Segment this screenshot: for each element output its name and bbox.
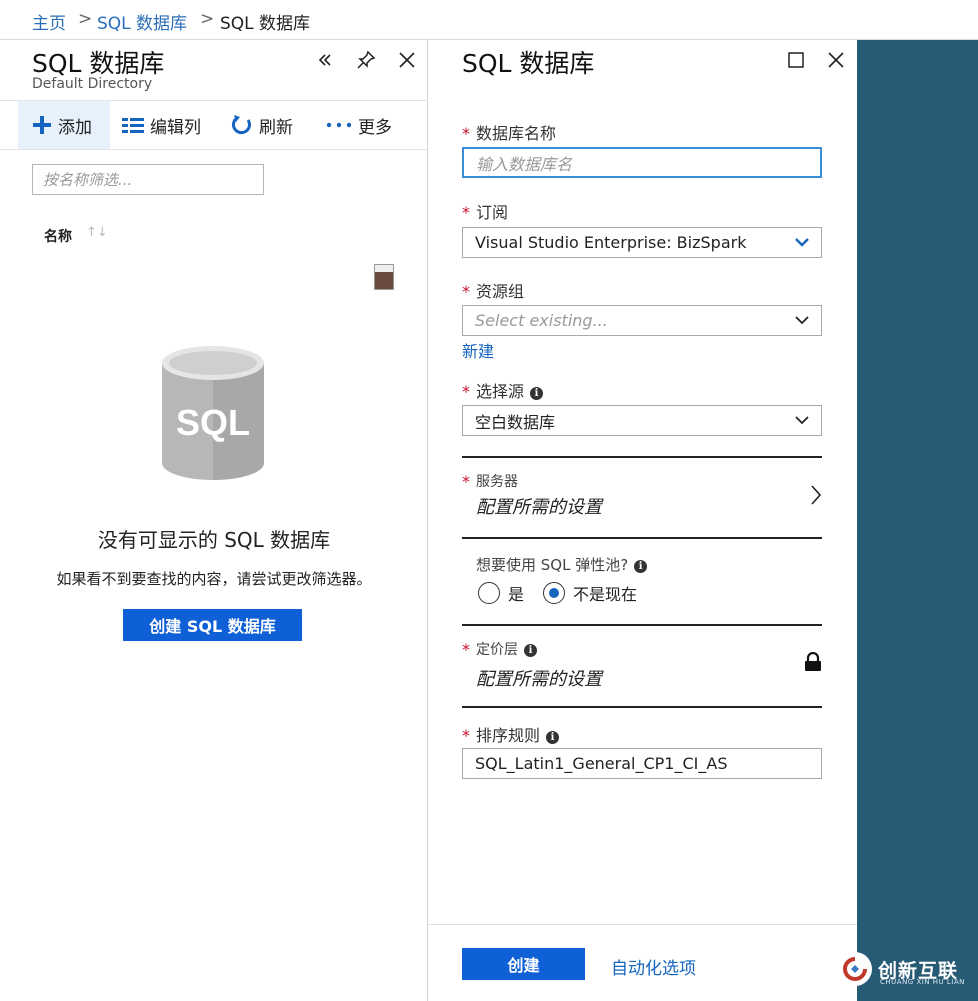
create-button[interactable]: 创建 bbox=[462, 948, 585, 980]
breadcrumb-home-link[interactable]: 主页 bbox=[32, 9, 66, 34]
create-sql-database-blade: SQL 数据库 * 数据库名称 输入数据库名 * 订阅 Visual Studio … bbox=[429, 40, 857, 1001]
subscription-label: * 订阅 bbox=[462, 203, 509, 222]
section-divider bbox=[462, 706, 822, 708]
sort-icon[interactable]: ↑↓ bbox=[86, 225, 108, 240]
sql-databases-list-blade: SQL 数据库 Default Directory 添加 编辑列 刷新 更多 按… bbox=[0, 40, 428, 1001]
close-icon[interactable] bbox=[394, 47, 420, 73]
resource-group-placeholder: Select existing... bbox=[475, 311, 608, 330]
db-name-field[interactable]: 输入数据库名 bbox=[462, 147, 822, 178]
radio-checked-icon bbox=[543, 582, 565, 604]
breadcrumb-separator: > bbox=[78, 9, 93, 29]
empty-state-title: 没有可显示的 SQL 数据库 bbox=[97, 528, 331, 552]
collation-value: SQL_Latin1_General_CP1_CI_AS bbox=[475, 754, 728, 773]
brand-logo-icon bbox=[838, 952, 872, 986]
breadcrumb: 主页 > SQL 数据库 > SQL 数据库 bbox=[0, 0, 978, 40]
radio-not-now-label: 不是现在 bbox=[573, 585, 638, 604]
breadcrumb-sql-link[interactable]: SQL 数据库 bbox=[97, 9, 187, 34]
elastic-pool-not-now-radio[interactable]: 不是现在 bbox=[543, 581, 637, 605]
resource-group-select[interactable]: Select existing... bbox=[462, 305, 822, 336]
add-button[interactable]: 添加 bbox=[18, 101, 110, 149]
radio-unchecked-icon bbox=[478, 582, 500, 604]
blade-title: SQL 数据库 bbox=[462, 49, 595, 78]
sql-database-illustration: SQL bbox=[160, 345, 266, 485]
edit-columns-label: 编辑列 bbox=[150, 117, 201, 138]
watermark-subtext: CHUANG XIN HU LIAN bbox=[880, 978, 965, 986]
more-icon bbox=[326, 122, 352, 128]
new-resource-group-link[interactable]: 新建 bbox=[462, 338, 494, 362]
db-name-placeholder: 输入数据库名 bbox=[476, 154, 573, 174]
plus-icon bbox=[32, 115, 52, 135]
breadcrumb-separator: > bbox=[200, 9, 215, 29]
chevron-down-icon bbox=[795, 312, 809, 331]
info-icon[interactable]: i bbox=[530, 387, 544, 400]
background-panel bbox=[857, 40, 978, 1001]
chevron-right-icon bbox=[803, 482, 829, 508]
refresh-icon bbox=[231, 114, 253, 136]
filter-by-name-field bbox=[32, 164, 264, 195]
name-column-header[interactable]: 名称 bbox=[44, 226, 72, 246]
pin-icon[interactable] bbox=[353, 47, 379, 73]
add-button-label: 添加 bbox=[58, 117, 92, 138]
sql-art-label: SQL bbox=[176, 402, 250, 443]
refresh-label: 刷新 bbox=[259, 117, 293, 138]
more-button[interactable]: 更多 bbox=[326, 101, 406, 149]
refresh-button[interactable]: 刷新 bbox=[231, 101, 311, 149]
chevron-down-icon bbox=[795, 234, 809, 253]
pricing-tier-label: 定价层 i bbox=[476, 639, 537, 659]
command-bar: 添加 编辑列 刷新 更多 bbox=[0, 100, 428, 150]
server-label: 服务器 bbox=[476, 474, 518, 490]
close-icon[interactable] bbox=[823, 47, 849, 73]
thumbnail-image bbox=[374, 264, 394, 290]
lock-icon bbox=[800, 649, 826, 675]
chevron-down-icon bbox=[795, 412, 809, 431]
info-icon[interactable]: i bbox=[634, 560, 648, 573]
subscription-select[interactable]: Visual Studio Enterprise: BizSpark bbox=[462, 227, 822, 258]
elastic-pool-yes-radio[interactable]: 是 bbox=[478, 581, 524, 605]
source-value: 空白数据库 bbox=[475, 412, 556, 432]
section-divider bbox=[462, 456, 822, 458]
breadcrumb-current: SQL 数据库 bbox=[220, 14, 311, 34]
more-label: 更多 bbox=[358, 117, 392, 138]
subscription-value: Visual Studio Enterprise: BizSpark bbox=[475, 233, 747, 252]
elastic-pool-label: 想要使用 SQL 弹性池? i bbox=[476, 554, 648, 575]
source-label: * 选择源 i bbox=[462, 378, 544, 402]
collation-input[interactable]: SQL_Latin1_General_CP1_CI_AS bbox=[462, 748, 822, 779]
collapse-icon[interactable] bbox=[312, 47, 338, 73]
section-divider bbox=[462, 624, 822, 626]
blade-subtitle: Default Directory bbox=[32, 76, 153, 92]
edit-columns-button[interactable]: 编辑列 bbox=[122, 101, 214, 149]
radio-yes-label: 是 bbox=[508, 585, 525, 604]
automation-options-link[interactable]: 自动化选项 bbox=[611, 954, 696, 979]
maximize-icon[interactable] bbox=[783, 47, 809, 73]
pricing-tier-value: 配置所需的设置 bbox=[476, 669, 602, 690]
section-divider bbox=[462, 537, 822, 539]
info-icon[interactable]: i bbox=[546, 731, 560, 744]
server-value: 配置所需的设置 bbox=[476, 497, 602, 518]
info-icon[interactable]: i bbox=[524, 644, 537, 657]
source-select[interactable]: 空白数据库 bbox=[462, 405, 822, 436]
empty-state-description: 如果看不到要查找的内容，请尝试更改筛选器。 bbox=[56, 570, 372, 588]
resource-group-label: * 资源组 bbox=[462, 282, 525, 301]
columns-icon bbox=[122, 117, 144, 133]
footer-divider bbox=[429, 924, 857, 925]
filter-by-name-input[interactable] bbox=[33, 165, 263, 194]
collation-label: * 排序规则 i bbox=[462, 722, 560, 746]
create-sql-database-button[interactable]: 创建 SQL 数据库 bbox=[123, 609, 302, 641]
blade-title: SQL 数据库 bbox=[32, 49, 165, 78]
db-name-label: * 数据库名称 bbox=[462, 124, 557, 143]
